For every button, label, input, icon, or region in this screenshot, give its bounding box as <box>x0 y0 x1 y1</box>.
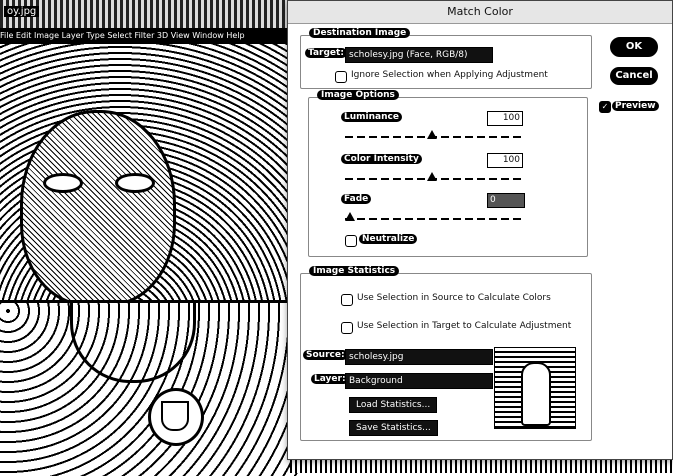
target-value: scholesy.jpg (Face, RGB/8) <box>345 47 493 63</box>
neutralize-checkbox[interactable] <box>345 235 357 247</box>
source-thumbnail <box>494 347 576 429</box>
target-label: Target: <box>305 48 347 58</box>
use-selection-target-checkbox[interactable] <box>341 322 353 334</box>
match-color-dialog: Match Color Destination Image Target: sc… <box>287 0 673 460</box>
image-options-group: Image Options Luminance 100 Color Intens… <box>308 90 588 257</box>
document-tab-bar: oy.jpg <box>0 0 300 28</box>
document-title[interactable]: oy.jpg <box>4 6 40 17</box>
ignore-selection-label: Ignore Selection when Applying Adjustmen… <box>351 70 548 80</box>
destination-image-group: Destination Image Target: scholesy.jpg (… <box>300 28 592 89</box>
luminance-slider-thumb[interactable] <box>427 130 437 139</box>
destination-image-label: Destination Image <box>309 28 411 38</box>
image-statistics-label: Image Statistics <box>309 266 400 276</box>
use-selection-source-label: Use Selection in Source to Calculate Col… <box>357 293 551 303</box>
use-selection-source-checkbox[interactable] <box>341 294 353 306</box>
options-bar: File Edit Image Layer Type Select Filter… <box>0 28 300 44</box>
ignore-selection-checkbox[interactable] <box>335 71 347 83</box>
layer-label: Layer: <box>311 374 349 384</box>
cancel-button[interactable]: Cancel <box>610 67 658 85</box>
color-intensity-input[interactable]: 100 <box>487 153 523 168</box>
right-eye <box>115 173 155 193</box>
club-crest-image <box>148 388 204 446</box>
luminance-label: Luminance <box>341 112 402 122</box>
neutralize-label: Neutralize <box>359 234 418 244</box>
face-region <box>20 110 176 306</box>
image-options-label: Image Options <box>317 90 399 100</box>
preview-checkbox[interactable]: ✓ <box>599 101 611 113</box>
preview-label: Preview <box>612 101 659 111</box>
fade-slider-track[interactable] <box>345 218 525 220</box>
luminance-input[interactable]: 100 <box>487 111 523 126</box>
source-label: Source: <box>303 350 348 360</box>
fade-slider-thumb[interactable] <box>345 212 355 221</box>
left-eye <box>43 173 83 193</box>
fade-input[interactable]: 0 <box>487 193 525 208</box>
layer-select[interactable]: Background <box>345 373 493 389</box>
color-intensity-slider-thumb[interactable] <box>427 172 437 181</box>
use-selection-target-label: Use Selection in Target to Calculate Adj… <box>357 321 572 331</box>
dialog-title: Match Color <box>288 1 672 24</box>
load-statistics-button[interactable]: Load Statistics... <box>349 397 438 413</box>
fade-label: Fade <box>341 194 372 204</box>
source-select[interactable]: scholesy.jpg <box>345 349 493 365</box>
color-intensity-label: Color Intensity <box>341 154 422 164</box>
image-statistics-group: Image Statistics Use Selection in Source… <box>300 266 592 441</box>
ok-button[interactable]: OK <box>610 37 658 57</box>
thumbnail-person <box>521 362 551 426</box>
save-statistics-button[interactable]: Save Statistics... <box>349 420 438 436</box>
